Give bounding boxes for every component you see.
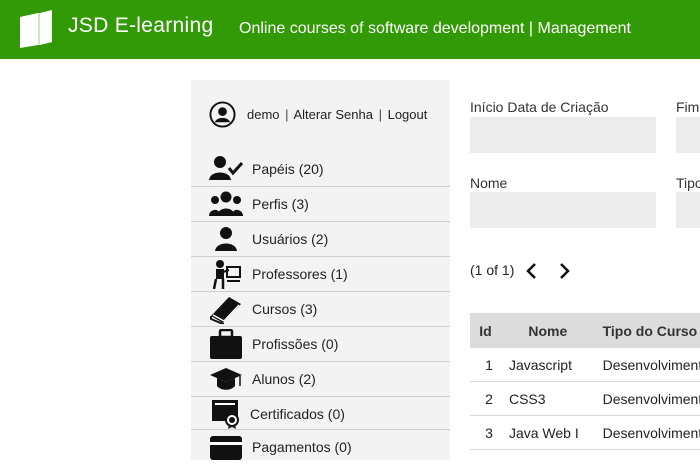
sidebar-item-label: Professores (1): [252, 266, 348, 282]
credit-card-icon: [209, 432, 243, 462]
separator: |: [285, 107, 289, 122]
sidebar-item-label: Pagamentos (0): [252, 439, 352, 455]
cell-id: 2: [470, 381, 501, 416]
sidebar-menu: Papéis (20) Perfis (3) Usuários (2) Prof…: [191, 152, 450, 464]
user-check-icon: [209, 154, 244, 184]
header-subtitle: Online courses of software development |…: [239, 20, 631, 37]
inicio-data-input[interactable]: [470, 117, 656, 153]
sidebar-item-pagamentos[interactable]: Pagamentos (0): [191, 430, 450, 464]
inicio-data-label: Início Data de Criação: [470, 99, 609, 115]
sidebar: demo | Alterar Senha | Logout Papéis (20…: [191, 80, 450, 460]
courses-table: Id Nome Tipo do Curso 1 Javascript Desen…: [470, 313, 700, 450]
sidebar-item-label: Usuários (2): [252, 231, 329, 247]
sidebar-item-label: Certificados (0): [250, 406, 345, 422]
separator: |: [378, 107, 382, 122]
table-row[interactable]: 2 CSS3 Desenvolvimento: [470, 381, 700, 416]
cell-tipo: Desenvolvimento: [594, 348, 700, 382]
username: demo: [247, 107, 280, 122]
cell-tipo: Desenvolvimento: [594, 381, 700, 416]
user-icon: [209, 224, 243, 254]
user-circle-icon: [209, 101, 236, 128]
cell-id: 1: [470, 348, 501, 382]
fim-data-input[interactable]: [676, 117, 700, 153]
graduation-cap-icon: [209, 364, 243, 394]
chevron-right-icon[interactable]: [556, 262, 572, 280]
sidebar-item-papeis[interactable]: Papéis (20): [191, 152, 450, 187]
sidebar-item-perfis[interactable]: Perfis (3): [191, 187, 450, 222]
nome-label: Nome: [470, 175, 508, 191]
book-logo-icon: [18, 8, 58, 48]
cell-id: 3: [470, 415, 501, 450]
sidebar-item-label: Cursos (3): [252, 301, 318, 317]
briefcase-icon: [209, 328, 243, 359]
cell-nome: Javascript: [500, 348, 595, 382]
table-header-row: Id Nome Tipo do Curso: [470, 313, 700, 348]
cell-nome: CSS3: [500, 381, 595, 416]
sidebar-item-label: Papéis (20): [252, 161, 324, 177]
cell-tipo: Desenvolvimento: [594, 415, 700, 450]
users-group-icon: [209, 189, 243, 219]
cell-nome: Java Web I: [500, 415, 595, 450]
sidebar-item-label: Perfis (3): [252, 196, 309, 212]
book-icon: [209, 294, 243, 326]
table-row[interactable]: 1 Javascript Desenvolvimento: [470, 348, 700, 382]
fim-data-label: Fim: [676, 99, 700, 115]
nome-input[interactable]: [470, 192, 656, 228]
certificate-icon: [211, 399, 245, 429]
table-row[interactable]: 3 Java Web I Desenvolvimento: [470, 415, 700, 450]
sidebar-item-profissoes[interactable]: Profissões (0): [191, 327, 450, 362]
column-header-nome[interactable]: Nome: [500, 313, 595, 348]
column-header-id[interactable]: Id: [470, 313, 501, 348]
teacher-icon: [209, 259, 243, 290]
sidebar-item-usuarios[interactable]: Usuários (2): [191, 222, 450, 257]
top-header: JSD E-learning Online courses of softwar…: [0, 0, 700, 59]
tipo-label: Tipo: [676, 175, 700, 191]
user-bar: demo | Alterar Senha | Logout: [209, 101, 449, 129]
column-header-tipo[interactable]: Tipo do Curso: [594, 313, 700, 348]
sidebar-item-professores[interactable]: Professores (1): [191, 257, 450, 292]
sidebar-item-alunos[interactable]: Alunos (2): [191, 362, 450, 397]
sidebar-item-label: Profissões (0): [252, 336, 339, 352]
sidebar-item-label: Alunos (2): [252, 371, 316, 387]
logout-link[interactable]: Logout: [388, 107, 428, 122]
tipo-input[interactable]: [676, 192, 700, 228]
sidebar-item-cursos[interactable]: Cursos (3): [191, 292, 450, 327]
sidebar-item-certificados[interactable]: Certificados (0): [191, 397, 450, 430]
chevron-left-icon[interactable]: [524, 262, 540, 280]
app-title[interactable]: JSD E-learning: [68, 14, 213, 38]
pager-info: (1 of 1): [470, 262, 515, 278]
change-password-link[interactable]: Alterar Senha: [293, 107, 373, 122]
